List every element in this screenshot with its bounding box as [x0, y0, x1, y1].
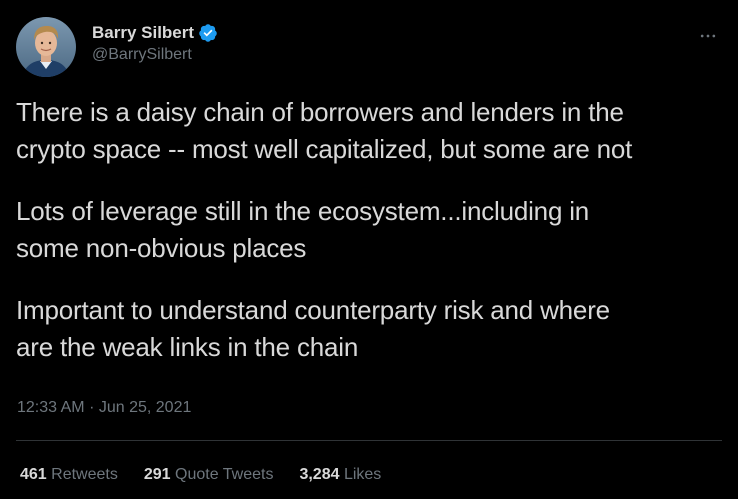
tweet-text: There is a daisy chain of borrowers and … — [16, 94, 722, 366]
quote-tweets-stat[interactable]: 291 Quote Tweets — [144, 466, 274, 484]
more-options-button[interactable] — [694, 22, 722, 50]
tweet-card: Barry Silbert @BarrySilbert There is a d… — [0, 0, 738, 499]
quote-tweets-label: Quote Tweets — [175, 466, 274, 483]
likes-stat[interactable]: 3,284 Likes — [299, 466, 381, 484]
tweet-paragraph: There is a daisy chain of borrowers and … — [16, 94, 722, 168]
display-name[interactable]: Barry Silbert — [92, 23, 194, 43]
avatar[interactable] — [16, 17, 76, 77]
likes-count: 3,284 — [299, 466, 340, 483]
verified-badge-icon — [198, 23, 218, 43]
display-name-row: Barry Silbert — [92, 22, 218, 44]
author-handle[interactable]: @BarrySilbert — [92, 46, 218, 64]
tweet-paragraph: Important to understand counterparty ris… — [16, 292, 722, 366]
likes-label: Likes — [343, 466, 382, 483]
avatar-image — [16, 17, 76, 77]
more-horizontal-icon — [700, 34, 716, 38]
tweet-line: some non-obvious places — [16, 233, 307, 263]
tweet-line: Important to understand counterparty ris… — [16, 295, 610, 325]
divider — [16, 440, 722, 441]
tweet-line: Lots of leverage still in the ecosystem.… — [16, 196, 590, 226]
tweet-paragraph: Lots of leverage still in the ecosystem.… — [16, 193, 722, 267]
author-names: Barry Silbert @BarrySilbert — [92, 22, 218, 64]
retweets-stat[interactable]: 461 Retweets — [20, 466, 118, 484]
tweet-line: are the weak links in the chain — [16, 332, 359, 362]
retweets-label: Retweets — [51, 466, 118, 483]
retweets-count: 461 — [20, 466, 47, 483]
tweet-header: Barry Silbert @BarrySilbert — [16, 14, 722, 78]
tweet-time[interactable]: 12:33 AM — [17, 399, 85, 416]
quote-tweets-count: 291 — [143, 466, 171, 483]
tweet-date[interactable]: Jun 25, 2021 — [99, 399, 192, 416]
tweet-line: crypto space -- most well capitalized, b… — [16, 134, 633, 164]
tweet-line: There is a daisy chain of borrowers and … — [16, 97, 624, 127]
tweet-stats: 461 Retweets 291 Quote Tweets 3,284 Like… — [20, 466, 407, 484]
tweet-timestamp[interactable]: 12:33 AM · Jun 25, 2021 — [17, 399, 191, 417]
timestamp-separator: · — [89, 399, 95, 416]
